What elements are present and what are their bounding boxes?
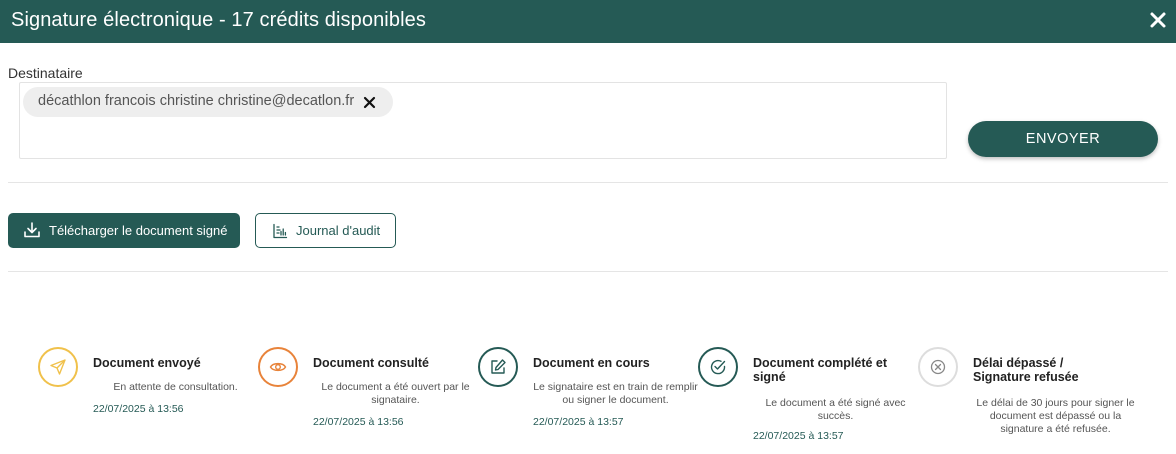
recipient-chip-text: décathlon francois christine christine@d… xyxy=(38,93,355,109)
close-icon[interactable] xyxy=(1146,8,1170,32)
step-description: En attente de consultation. xyxy=(113,381,238,393)
send-icon xyxy=(38,347,78,387)
step-title: Document envoyé xyxy=(93,356,201,370)
step-description: Le délai de 30 jours pour signer le docu… xyxy=(976,397,1135,435)
timeline-step-completed: Document complété et signé Le document a… xyxy=(698,347,908,447)
timeline-step-sent: Document envoyé En attente de consultati… xyxy=(38,347,248,447)
step-title: Document en cours xyxy=(533,356,650,370)
step-description: Le signataire est en train de remplir ou… xyxy=(533,381,698,406)
step-title: Document complété et signé xyxy=(753,356,888,384)
divider xyxy=(8,271,1168,272)
dialog-header: Signature électronique - 17 crédits disp… xyxy=(0,0,1176,43)
step-date: 22/07/2025 à 13:57 xyxy=(753,430,844,442)
recipient-chip: décathlon francois christine christine@d… xyxy=(23,87,393,117)
check-circle-icon xyxy=(698,347,738,387)
audit-log-icon xyxy=(272,223,288,239)
step-date: 22/07/2025 à 13:56 xyxy=(313,416,404,428)
step-title: Délai dépassé / Signature refusée xyxy=(973,356,1079,384)
step-date: 22/07/2025 à 13:57 xyxy=(533,416,624,428)
step-date: 22/07/2025 à 13:56 xyxy=(93,403,184,415)
recipient-input[interactable]: décathlon francois christine christine@d… xyxy=(19,82,947,159)
timeline-step-viewed: Document consulté Le document a été ouve… xyxy=(258,347,470,447)
audit-log-button[interactable]: Journal d'audit xyxy=(255,213,396,248)
dialog-title: Signature électronique - 17 crédits disp… xyxy=(11,9,426,31)
edit-icon xyxy=(478,347,518,387)
download-button-label: Télécharger le document signé xyxy=(49,223,228,238)
timeline-step-expired: Délai dépassé / Signature refusée Le dél… xyxy=(918,347,1135,447)
step-description: Le document a été ouvert par le signatai… xyxy=(321,381,470,406)
download-signed-document-button[interactable]: Télécharger le document signé xyxy=(8,213,240,248)
recipient-label: Destinataire xyxy=(8,65,83,81)
cancel-circle-icon xyxy=(918,347,958,387)
chip-remove-icon[interactable] xyxy=(363,96,376,109)
divider xyxy=(8,182,1168,183)
step-description: Le document a été signé avec succès. xyxy=(765,397,906,422)
step-title: Document consulté xyxy=(313,356,429,370)
audit-button-label: Journal d'audit xyxy=(296,223,381,238)
timeline-step-in-progress: Document en cours Le signataire est en t… xyxy=(478,347,698,447)
download-icon xyxy=(23,221,41,239)
eye-icon xyxy=(258,347,298,387)
send-button[interactable]: ENVOYER xyxy=(968,121,1158,157)
